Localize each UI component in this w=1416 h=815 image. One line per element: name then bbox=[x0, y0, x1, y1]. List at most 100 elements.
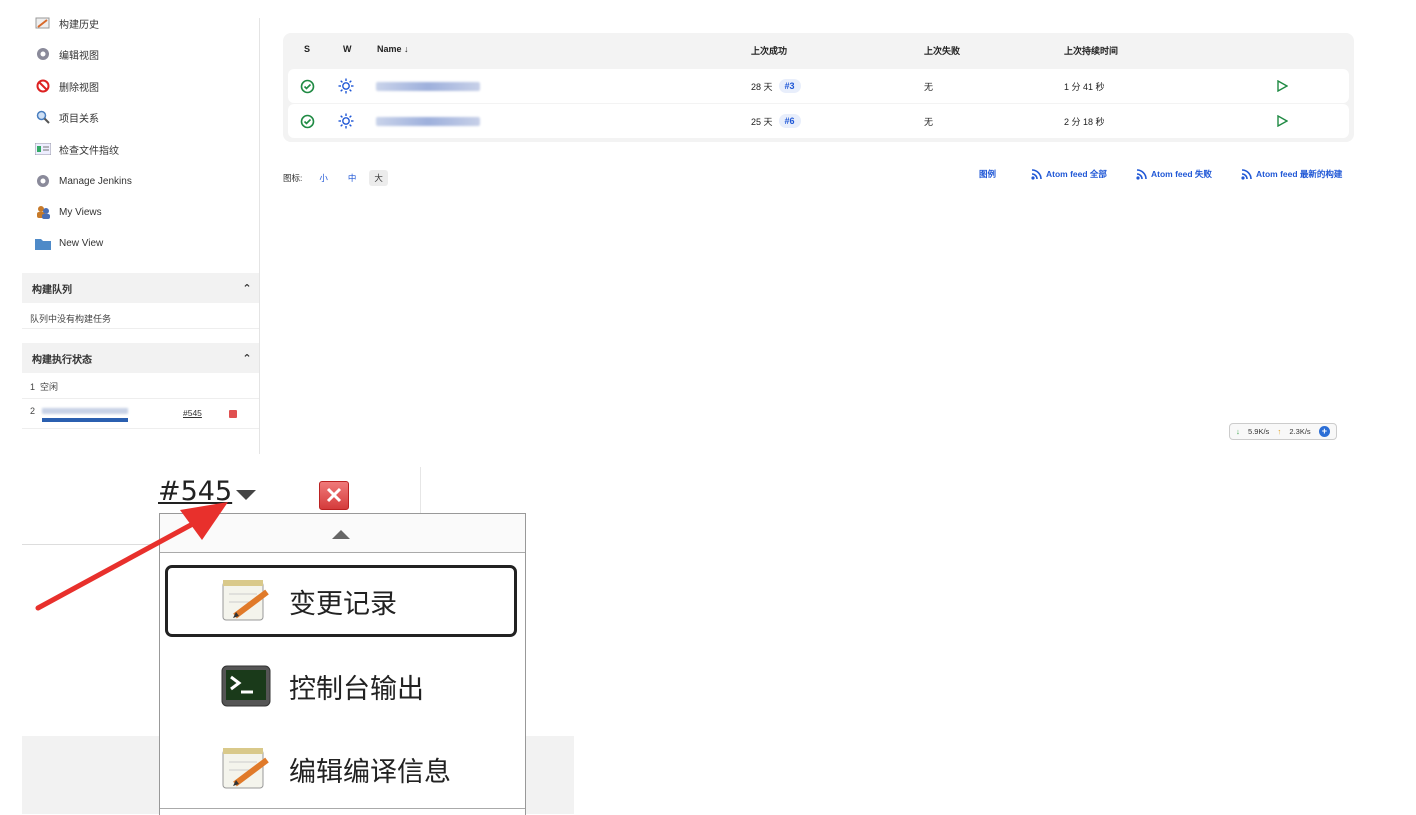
upload-speed: 2.3K/s bbox=[1289, 427, 1311, 436]
executor-build-link[interactable]: #545 bbox=[183, 408, 202, 418]
divider bbox=[22, 398, 260, 399]
sidebar-item-manage-jenkins[interactable]: Manage Jenkins bbox=[34, 170, 132, 192]
col-name[interactable]: Name ↓ bbox=[377, 44, 409, 54]
last-duration-cell: 1 分 41 秒 bbox=[1064, 81, 1105, 92]
stop-build-icon[interactable] bbox=[319, 481, 349, 510]
jobs-table: S W Name ↓ 上次成功 上次失败 上次持续时间 28 天 #3 无 1 … bbox=[283, 33, 1354, 142]
menu-item-label: 变更记录 bbox=[289, 588, 397, 620]
divider bbox=[22, 428, 260, 429]
sidebar-item-fingerprint[interactable]: 检查文件指纹 bbox=[34, 138, 119, 160]
col-weather[interactable]: W bbox=[343, 44, 352, 54]
executor-number: 2 bbox=[30, 406, 36, 416]
sidebar-item-new-view[interactable]: New View bbox=[34, 232, 103, 254]
col-status[interactable]: S bbox=[304, 44, 310, 54]
executor-row: 1 空闲 bbox=[30, 380, 58, 393]
build-badge[interactable]: #3 bbox=[778, 79, 801, 93]
download-speed: 5.9K/s bbox=[1248, 427, 1270, 436]
sidebar-item-label: My Views bbox=[59, 206, 102, 218]
success-icon bbox=[300, 69, 315, 103]
executor-job-name[interactable] bbox=[42, 408, 128, 414]
stop-build-icon[interactable] bbox=[229, 410, 237, 418]
col-last-failure[interactable]: 上次失败 bbox=[924, 44, 960, 57]
sidebar-item-project-relation[interactable]: 项目关系 bbox=[34, 106, 99, 128]
sidebar-separator bbox=[259, 18, 260, 454]
users-icon bbox=[34, 204, 51, 221]
menu-item-edit-build-info[interactable]: 编辑编译信息 bbox=[163, 733, 519, 805]
last-failure-cell: 无 bbox=[924, 81, 934, 92]
sidebar-item-label: 构建历史 bbox=[59, 19, 99, 31]
sidebar-item-label: 检查文件指纹 bbox=[59, 145, 119, 157]
feed-all-link[interactable]: Atom feed 全部 bbox=[1031, 168, 1107, 180]
feed-label: Atom feed 失败 bbox=[1151, 169, 1212, 179]
chevron-up-icon bbox=[332, 530, 350, 539]
sidebar-item-label: New View bbox=[59, 237, 104, 249]
icon-size-label: 图标: bbox=[283, 173, 303, 183]
network-speed-widget[interactable]: ↓ 5.9K/s ↑ 2.3K/s + bbox=[1229, 423, 1337, 440]
annotation-arrow bbox=[35, 502, 228, 611]
gear-icon bbox=[34, 46, 51, 63]
job-name-link[interactable] bbox=[376, 104, 480, 138]
executor-status-title: 构建执行状态 bbox=[32, 354, 92, 366]
notepad-icon bbox=[34, 15, 51, 32]
executor-status: 空闲 bbox=[40, 382, 59, 392]
chevron-up-icon[interactable]: ⌃ bbox=[234, 282, 260, 295]
success-icon bbox=[300, 104, 315, 138]
folder-icon bbox=[34, 235, 51, 252]
sidebar-item-build-history[interactable]: 构建历史 bbox=[34, 12, 99, 34]
terminal-icon bbox=[221, 665, 271, 707]
upload-arrow-icon: ↑ bbox=[1277, 427, 1282, 436]
last-success-cell: 25 天 #6 bbox=[751, 104, 801, 138]
run-build-icon[interactable] bbox=[1276, 104, 1288, 138]
executor-number: 1 bbox=[30, 382, 36, 392]
sidebar-item-label: Manage Jenkins bbox=[59, 175, 132, 187]
executor-row: 2 bbox=[30, 406, 35, 416]
col-last-duration[interactable]: 上次持续时间 bbox=[1064, 44, 1118, 57]
download-arrow-icon: ↓ bbox=[1236, 427, 1240, 436]
sidebar: 构建历史 编辑视图 删除视图 项目关系 检查文件指纹 Manage Jenkin… bbox=[22, 0, 260, 455]
sunny-icon bbox=[338, 104, 354, 138]
last-success-time: 28 天 bbox=[751, 81, 773, 92]
gear-icon bbox=[34, 173, 51, 190]
last-success-time: 25 天 bbox=[751, 116, 773, 127]
search-icon bbox=[34, 109, 51, 126]
job-name-link[interactable] bbox=[376, 69, 480, 103]
menu-item-label: 编辑编译信息 bbox=[289, 756, 451, 788]
sidebar-item-label: 编辑视图 bbox=[59, 50, 99, 62]
run-build-icon[interactable] bbox=[1276, 69, 1288, 103]
notepad-icon bbox=[222, 748, 269, 789]
sidebar-item-my-views[interactable]: My Views bbox=[34, 201, 102, 223]
legend-link[interactable]: 图例 bbox=[979, 168, 996, 180]
executor-progress-bar bbox=[42, 418, 128, 422]
build-badge[interactable]: #6 bbox=[778, 114, 801, 128]
executor-status-header[interactable]: 构建执行状态 ⌃ bbox=[22, 343, 260, 373]
build-queue-empty: 队列中没有构建任务 bbox=[30, 314, 112, 324]
legend-label: 图例 bbox=[979, 169, 997, 179]
icon-size-small[interactable]: 小 bbox=[314, 170, 333, 186]
feed-latest-link[interactable]: Atom feed 最新的构建 bbox=[1241, 168, 1342, 180]
feed-failed-link[interactable]: Atom feed 失败 bbox=[1136, 168, 1212, 180]
col-last-success[interactable]: 上次成功 bbox=[751, 44, 787, 57]
plus-icon[interactable]: + bbox=[1318, 426, 1330, 437]
fingerprint-icon bbox=[34, 141, 51, 158]
last-failure-cell: 无 bbox=[924, 116, 934, 127]
last-duration-cell: 2 分 18 秒 bbox=[1064, 116, 1105, 127]
table-row: 25 天 #6 无 2 分 18 秒 bbox=[288, 104, 1349, 138]
menu-item-console-output[interactable]: 控制台输出 bbox=[163, 650, 519, 722]
icon-size-large[interactable]: 大 bbox=[369, 170, 388, 186]
feed-label: Atom feed 全部 bbox=[1046, 169, 1107, 179]
icon-size-medium[interactable]: 中 bbox=[343, 170, 362, 186]
sidebar-item-edit-view[interactable]: 编辑视图 bbox=[34, 43, 99, 65]
build-queue-title: 构建队列 bbox=[32, 284, 72, 296]
build-queue-header[interactable]: 构建队列 ⌃ bbox=[22, 273, 260, 303]
chevron-up-icon[interactable]: ⌃ bbox=[234, 352, 260, 365]
last-success-cell: 28 天 #3 bbox=[751, 69, 801, 103]
table-row: 28 天 #3 无 1 分 41 秒 bbox=[288, 69, 1349, 103]
sidebar-item-label: 项目关系 bbox=[59, 113, 99, 125]
rss-icon bbox=[1136, 168, 1147, 180]
sidebar-item-delete-view[interactable]: 删除视图 bbox=[34, 75, 99, 97]
menu-item-label: 控制台输出 bbox=[289, 673, 424, 705]
icon-size-selector: 图标: 小 中 大 bbox=[283, 170, 388, 186]
rss-icon bbox=[1241, 168, 1252, 180]
divider bbox=[22, 328, 260, 329]
divider bbox=[160, 808, 525, 809]
